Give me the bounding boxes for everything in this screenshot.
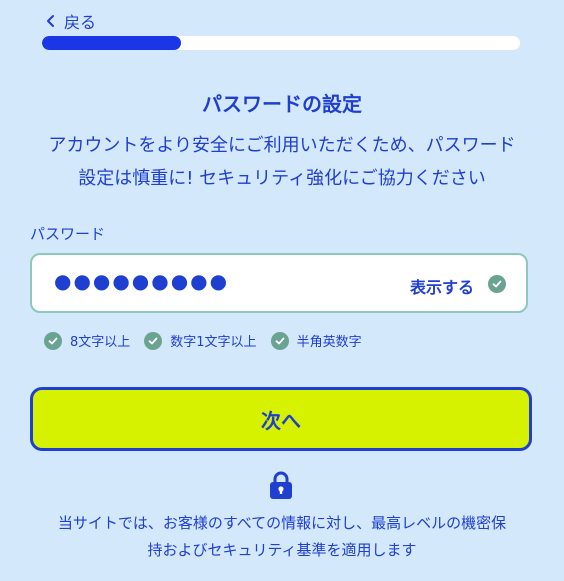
- lock-icon: [270, 471, 292, 499]
- rule-label: 半角英数字: [296, 335, 362, 350]
- password-input[interactable]: ●●●●●●●●●: [54, 269, 254, 293]
- security-notice-line-2: 持およびセキュリティ基準を適用します: [147, 541, 417, 559]
- check-circle-icon: [488, 275, 506, 293]
- check-circle-icon: [270, 331, 289, 350]
- password-field[interactable]: ●●●●●●●●● 表示する: [30, 253, 528, 313]
- description-line-2: 設定は慎重に! セキュリティ強化にご協力ください: [78, 168, 486, 189]
- back-link[interactable]: 戻る: [44, 9, 96, 33]
- show-password-toggle[interactable]: 表示する: [410, 274, 474, 298]
- password-rules: 8文字以上 数字1文字以上 半角英数字: [44, 331, 376, 350]
- rule-min-length: 8文字以上: [44, 331, 130, 350]
- security-notice: 当サイトでは、お客様のすべての情報に対し、最高レベルの機密保 持およびセキュリテ…: [20, 510, 544, 564]
- page-description: アカウントをより安全にご利用いただくため、パスワード 設定は慎重に! セキュリテ…: [24, 129, 540, 195]
- back-label: 戻る: [64, 13, 97, 32]
- rule-alphanumeric: 半角英数字: [270, 331, 362, 350]
- progress-bar: [42, 36, 520, 50]
- next-button[interactable]: 次へ: [30, 387, 532, 451]
- rule-label: 数字1文字以上: [170, 335, 257, 350]
- check-circle-icon: [44, 331, 62, 350]
- progress-fill: [42, 36, 181, 50]
- security-notice-line-1: 当サイトでは、お客様のすべての情報に対し、最高レベルの機密保: [57, 514, 507, 532]
- chevron-left-icon: [47, 15, 54, 27]
- description-line-1: アカウントをより安全にご利用いただくため、パスワード: [48, 135, 516, 156]
- rule-label: 8文字以上: [70, 335, 131, 350]
- check-circle-icon: [144, 331, 163, 350]
- rule-digit: 数字1文字以上: [144, 331, 257, 350]
- password-label: パスワード: [30, 225, 106, 243]
- page-title: パスワードの設定: [202, 92, 362, 116]
